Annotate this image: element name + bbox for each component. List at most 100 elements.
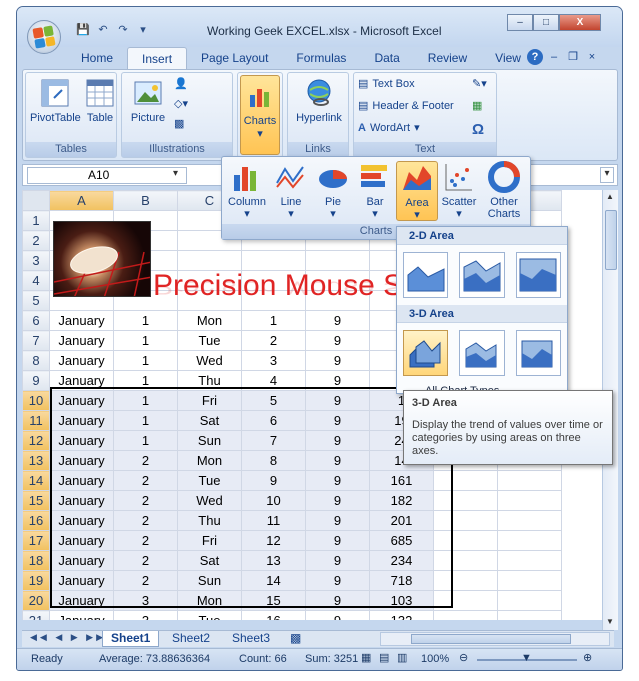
row-header[interactable]: 4 <box>22 270 50 291</box>
cell[interactable]: 7 <box>241 430 306 451</box>
cell[interactable] <box>433 590 498 611</box>
cell[interactable]: 9 <box>305 410 370 431</box>
cell[interactable]: Wed <box>177 490 242 511</box>
cell[interactable]: 9 <box>305 590 370 611</box>
zoom-slider-thumb-icon[interactable]: ▼ <box>521 652 532 664</box>
sheet-tab-sheet3[interactable]: Sheet3 <box>224 631 278 647</box>
cell[interactable]: 2 <box>113 570 178 591</box>
clipart-button[interactable]: 👤 <box>174 77 188 90</box>
office-button[interactable] <box>27 20 61 54</box>
cell[interactable]: Sat <box>177 550 242 571</box>
cell[interactable]: 14 <box>241 570 306 591</box>
cell[interactable]: January <box>49 490 114 511</box>
cell[interactable]: January <box>49 430 114 451</box>
cell[interactable]: 9 <box>305 490 370 511</box>
maximize-button[interactable]: □ <box>533 14 559 31</box>
cell[interactable]: 9 <box>305 430 370 451</box>
view-normal-icon[interactable]: ▦ <box>361 651 371 664</box>
ribbon-close-icon[interactable]: × <box>584 49 600 65</box>
cell[interactable]: 9 <box>305 310 370 331</box>
cell[interactable]: 9 <box>305 550 370 571</box>
smartart-button[interactable]: ▩ <box>174 117 184 130</box>
bar-chart-button[interactable]: Bar ▾ <box>354 161 396 220</box>
cell[interactable]: Wed <box>177 350 242 371</box>
pivottable-button[interactable]: PivotTable <box>30 77 81 124</box>
tab-data[interactable]: Data <box>360 47 413 69</box>
mouse-picture[interactable] <box>53 221 151 297</box>
help-icon[interactable]: ? <box>527 49 543 65</box>
cell[interactable]: 2 <box>113 470 178 491</box>
name-box-dropdown-icon[interactable]: ▾ <box>173 168 178 179</box>
shapes-button[interactable]: ◇▾ <box>174 97 188 110</box>
save-icon[interactable]: 💾 <box>75 23 91 37</box>
cell[interactable] <box>497 550 562 571</box>
cell[interactable]: 5 <box>241 390 306 411</box>
sheet-nav-icons[interactable]: ◀◀ ◀ ▶ ▶▶ <box>30 632 106 643</box>
row-header[interactable]: 10 <box>22 390 50 411</box>
row-header[interactable]: 14 <box>22 470 50 491</box>
cell[interactable]: 16 <box>241 610 306 620</box>
textbox-button[interactable]: ▤ Text Box <box>358 77 415 91</box>
cell[interactable]: 12 <box>241 530 306 551</box>
undo-icon[interactable]: ↶ <box>95 23 111 37</box>
cell[interactable] <box>497 570 562 591</box>
cell[interactable]: 9 <box>305 610 370 620</box>
zoom-out-icon[interactable]: ⊖ <box>459 651 468 664</box>
cell[interactable]: 2 <box>241 330 306 351</box>
row-header[interactable]: 2 <box>22 230 50 251</box>
cell[interactable]: 11 <box>241 510 306 531</box>
row-header[interactable]: 18 <box>22 550 50 571</box>
cell[interactable] <box>497 610 562 620</box>
row-header[interactable]: 6 <box>22 310 50 331</box>
cell[interactable] <box>433 610 498 620</box>
cell[interactable]: January <box>49 350 114 371</box>
cell[interactable]: January <box>49 310 114 331</box>
horizontal-scroll-thumb[interactable] <box>411 634 571 644</box>
cell[interactable] <box>433 550 498 571</box>
select-all-corner[interactable] <box>22 190 50 211</box>
cell[interactable]: 103 <box>369 590 434 611</box>
cell[interactable]: 718 <box>369 570 434 591</box>
cell[interactable]: 9 <box>305 570 370 591</box>
cell[interactable]: January <box>49 570 114 591</box>
row-header[interactable]: 1 <box>22 210 50 231</box>
cell[interactable] <box>433 530 498 551</box>
cell[interactable] <box>497 510 562 531</box>
cell[interactable]: Sat <box>177 410 242 431</box>
cell[interactable]: Fri <box>177 390 242 411</box>
cell[interactable]: 685 <box>369 530 434 551</box>
cell[interactable]: January <box>49 590 114 611</box>
cell[interactable] <box>497 470 562 491</box>
signature-line-button[interactable]: ✎▾ <box>472 77 487 90</box>
cell[interactable]: 1 <box>113 410 178 431</box>
cell[interactable]: Sun <box>177 570 242 591</box>
view-page-break-icon[interactable]: ▥ <box>397 651 407 664</box>
cell[interactable]: Mon <box>177 450 242 471</box>
stacked-area-2d-thumb[interactable] <box>459 252 505 298</box>
column-chart-button[interactable]: Column ▾ <box>226 161 268 220</box>
cell[interactable]: 1 <box>113 370 178 391</box>
cell[interactable] <box>497 490 562 511</box>
cell[interactable]: 1 <box>113 310 178 331</box>
cell[interactable]: January <box>49 410 114 431</box>
cell[interactable]: Fri <box>177 530 242 551</box>
cell[interactable] <box>433 510 498 531</box>
column-header-a[interactable]: A <box>49 190 114 211</box>
minimize-button[interactable]: – <box>507 14 533 31</box>
cell[interactable] <box>433 490 498 511</box>
cell[interactable]: 15 <box>241 590 306 611</box>
row-header[interactable]: 16 <box>22 510 50 531</box>
cell[interactable]: January <box>49 450 114 471</box>
cell[interactable]: 9 <box>305 470 370 491</box>
cell[interactable]: January <box>49 390 114 411</box>
cell[interactable]: 2 <box>113 530 178 551</box>
object-button[interactable]: ▦ <box>472 99 482 112</box>
cell[interactable]: 234 <box>369 550 434 571</box>
row-header[interactable]: 5 <box>22 290 50 311</box>
cell[interactable]: 9 <box>305 330 370 351</box>
stacked-area-3d-thumb[interactable] <box>459 330 505 376</box>
row-header[interactable]: 3 <box>22 250 50 271</box>
cell[interactable]: 1 <box>113 430 178 451</box>
row-header[interactable]: 20 <box>22 590 50 611</box>
cell[interactable]: 1 <box>241 310 306 331</box>
